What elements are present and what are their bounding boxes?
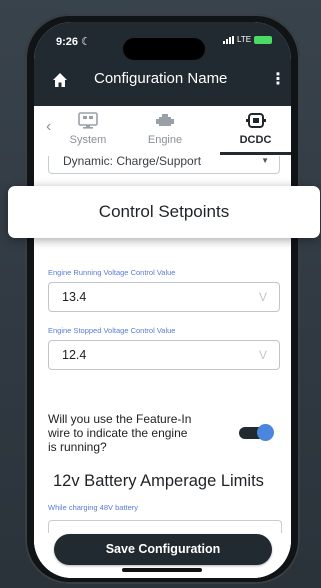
tab-engine[interactable]: Engine	[134, 106, 196, 156]
tab-engine-label: Engine	[147, 134, 183, 146]
home-icon[interactable]	[52, 72, 68, 88]
engine-icon	[156, 114, 174, 126]
dcdc-converter-icon	[245, 113, 266, 128]
battery-charging-icon	[254, 35, 273, 44]
engine-stopped-label: Engine Stopped Voltage Control Value	[48, 326, 176, 335]
more-vert-icon[interactable]: ⋮	[270, 69, 286, 89]
carrier-label: LTE	[237, 35, 252, 44]
engine-stopped-input[interactable]: 12.4 V	[48, 340, 280, 370]
system-monitor-icon	[78, 112, 98, 129]
engine-stopped-value: 12.4	[62, 348, 87, 362]
status-time: 9:26 ☾	[56, 36, 91, 48]
active-tab-indicator	[220, 152, 291, 155]
dynamic-island	[123, 38, 205, 60]
status-right: LTE	[223, 35, 273, 44]
tab-dcdc[interactable]: DCDC	[220, 106, 291, 156]
status-bar: 9:26 ☾ LTE	[34, 32, 291, 60]
mode-select-value: Dynamic: Charge/Support	[63, 154, 202, 168]
chevron-left-icon[interactable]: ‹	[46, 118, 51, 136]
control-setpoints-callout: Control Setpoints	[8, 186, 320, 238]
page-title: Configuration Name	[94, 70, 228, 87]
tab-system[interactable]: System	[58, 106, 118, 156]
engine-stopped-unit: V	[258, 348, 267, 362]
app-header: 9:26 ☾ LTE Configuration Name ⋮	[34, 22, 291, 106]
engine-running-label: Engine Running Voltage Control Value	[48, 268, 176, 277]
feature-in-toggle[interactable]	[239, 424, 274, 441]
mode-select[interactable]: Dynamic: Charge/Support ▼	[48, 154, 280, 174]
chevron-down-icon: ▼	[261, 156, 269, 165]
engine-running-input[interactable]: 13.4 V	[48, 282, 280, 312]
engine-running-value: 13.4	[62, 290, 87, 304]
signal-icon	[223, 35, 234, 44]
tab-system-label: System	[69, 134, 107, 146]
app-screen: 9:26 ☾ LTE Configuration Name ⋮ ‹ System…	[34, 22, 291, 578]
home-indicator[interactable]	[122, 568, 202, 572]
amperage-heading: 12v Battery Amperage Limits	[53, 472, 264, 490]
tab-bar: ‹ System Engine DCDC	[34, 106, 291, 156]
nav-bar: Configuration Name ⋮	[34, 66, 291, 96]
amperage-input[interactable]	[48, 520, 282, 533]
moon-icon: ☾	[81, 36, 91, 48]
toggle-knob	[257, 424, 274, 441]
save-configuration-button[interactable]: Save Configuration	[54, 534, 272, 565]
feature-in-question: Will you use the Feature-In wire to indi…	[48, 412, 192, 454]
engine-running-unit: V	[258, 290, 267, 304]
amperage-sub-label: While charging 48V battery	[48, 503, 139, 512]
tab-dcdc-label: DCDC	[239, 134, 272, 146]
